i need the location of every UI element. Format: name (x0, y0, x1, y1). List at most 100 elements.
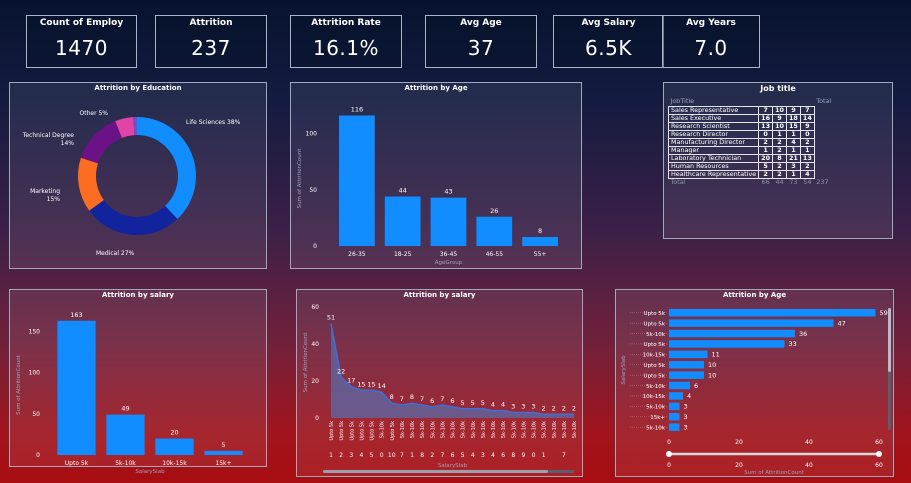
age-bar-panel[interactable]: Attrition by Age 0 50 100 116 26-35 44 18-25 43… (290, 82, 582, 269)
slider-tick-label: 20 (735, 462, 743, 469)
total-cell (814, 115, 833, 123)
y-tick-label: 5k-10k (646, 405, 666, 411)
range-slider-handle-start (666, 451, 672, 457)
column-header[interactable]: Total (814, 96, 833, 107)
total-row: Total 66 44 73 54 237 (669, 178, 834, 187)
data-label: 11 (712, 351, 720, 359)
age-hbar-panel[interactable]: Attrition by Age 59 Upto 5k 47 Upto 5k 36 5k-… (615, 289, 894, 477)
data-label: 8 (390, 393, 394, 401)
total-cell (814, 155, 833, 163)
column-header[interactable] (773, 96, 787, 107)
column-header[interactable]: JobTitle (669, 96, 759, 107)
kpi-value: 237 (191, 36, 231, 60)
x-tick-label: 10k-15k (162, 460, 187, 467)
slice-label: Other 5% (80, 110, 109, 117)
kpi-value: 16.1% (312, 36, 380, 60)
data-label: 59 (880, 309, 888, 317)
x-tick-label: 5k-10k (115, 460, 136, 467)
total-cell (814, 107, 833, 115)
data-label: 6 (430, 397, 434, 405)
data-label: 14 (377, 382, 385, 390)
y-tick-label: 10k-15k (643, 353, 666, 359)
data-label: 49 (121, 405, 129, 413)
x-index-label: 4 (471, 452, 475, 459)
data-label: 36 (799, 330, 807, 338)
kpi-card-avg-years: Avg Years 7.0 (662, 15, 760, 68)
x-tick-label: 5k-10k (532, 421, 538, 438)
y-tick-label: 5k-10k (646, 425, 666, 431)
data-label: 3 (684, 403, 688, 411)
kpi-card-avg-salary: Avg Salary 6.5K (553, 15, 664, 68)
y-tick-label: 150 (29, 328, 41, 335)
total-cell (814, 163, 833, 171)
x-axis-label: AgeGroup (435, 260, 463, 266)
total-label: Total (670, 178, 686, 186)
data-label: 5 (471, 399, 475, 407)
x-index-label: 6 (501, 452, 505, 459)
job-title-panel[interactable]: Job title JobTitle Total Sales Represent… (663, 82, 893, 239)
kpi-value: 6.5K (585, 36, 632, 60)
data-label: 3 (521, 402, 525, 410)
data-label: 22 (337, 367, 345, 375)
slider-tick-label: 0 (667, 462, 671, 469)
data-label: 15 (367, 380, 375, 388)
salary-area-panel[interactable]: Attrition by salary 0 20 40 60 51 Upto 5k 1 22 U… (296, 289, 583, 477)
x-tick-label: 26-35 (348, 251, 366, 258)
x-tick-label: 5k-10k (552, 421, 558, 438)
data-label: 8 (538, 227, 542, 235)
total-value: 73 (789, 178, 798, 186)
x-index-label: 10 (388, 452, 396, 459)
total-cell (814, 123, 833, 131)
data-label: 26 (490, 207, 498, 215)
data-label: 5 (481, 399, 485, 407)
slice-label: Marketing 15% (30, 188, 60, 203)
education-donut-panel[interactable]: Attrition by Education Life Sciences 38%… (9, 82, 267, 269)
total-value: 66 (761, 178, 770, 186)
bar (57, 320, 96, 455)
x-index-label: 4 (359, 452, 363, 459)
x-tick-label: 5k-10k (542, 421, 548, 438)
bar (669, 319, 834, 327)
column-header[interactable] (786, 96, 800, 107)
bar (155, 438, 194, 455)
bar (204, 450, 243, 455)
bar (522, 237, 558, 246)
bar (669, 361, 704, 369)
data-label: 4 (491, 401, 495, 409)
data-label: 7 (440, 395, 444, 403)
x-index-label: 1 (329, 452, 333, 459)
bar (669, 329, 795, 338)
x-tick-label: Upto 5k (359, 421, 365, 441)
y-tick-label: Upto 5k (644, 321, 666, 327)
x-index-label: 5 (461, 452, 465, 459)
column-header[interactable] (800, 96, 814, 107)
x-index-label: 7 (400, 452, 404, 459)
x-tick-label: 5k-10k (400, 421, 406, 438)
bar (430, 197, 467, 246)
bar (669, 381, 690, 390)
salary-bar-panel[interactable]: Attrition by salary 0 50 100 150 163 Upto 5k 4… (9, 289, 267, 475)
x-tick-label: 5k-10k (511, 421, 517, 438)
data-label: 2 (572, 404, 576, 412)
y-tick-label: Upto 5k (644, 342, 666, 348)
kpi-value: 7.0 (694, 36, 728, 60)
bar (669, 309, 876, 317)
data-label: 3 (684, 423, 688, 431)
x-tick-label: 46-55 (486, 251, 504, 258)
x-tick-label: 5k-10k (481, 421, 487, 438)
slider-tick-label: 60 (875, 462, 883, 469)
slice-label: Life Sciences 38% (186, 119, 241, 126)
age-hbar-chart: 59Upto 5k47Upto 5k365k-10k33Upto 5k1110k… (621, 308, 891, 476)
donut-slice (89, 200, 178, 235)
data-label: 8 (410, 393, 414, 401)
bar (384, 196, 421, 246)
kpi-value: 37 (467, 36, 495, 60)
bar (476, 216, 513, 246)
bar (669, 340, 785, 348)
bar (669, 402, 680, 411)
kpi-title: Avg Salary (581, 18, 636, 28)
column-header[interactable] (759, 96, 773, 107)
data-label: 4 (501, 401, 505, 409)
data-label: 33 (789, 340, 797, 348)
data-label: 10 (708, 361, 716, 369)
